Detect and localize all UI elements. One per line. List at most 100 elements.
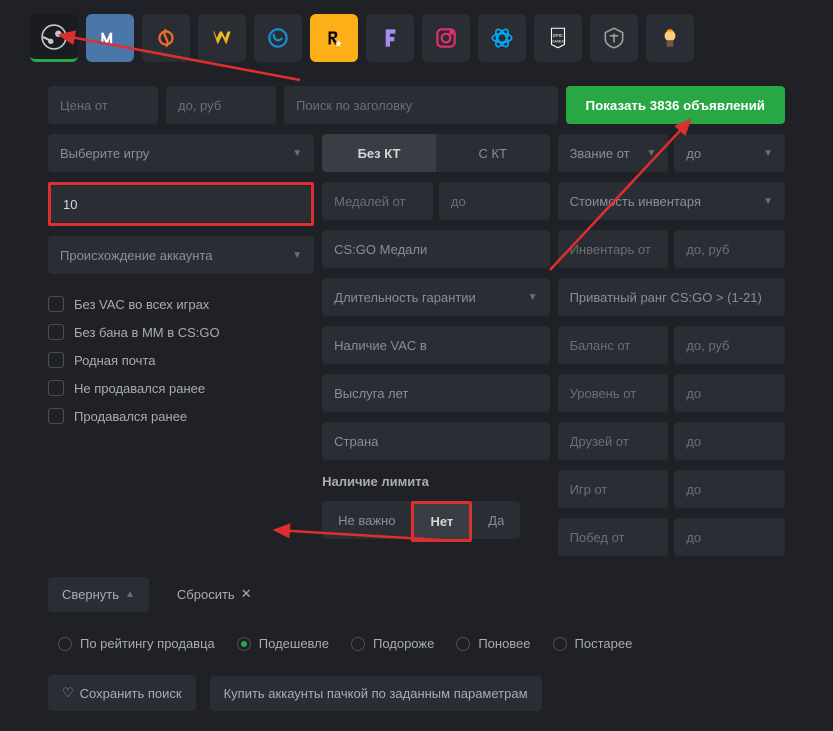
check-not-sold-before[interactable]: Не продавался ранее <box>48 374 314 402</box>
check-native-email[interactable]: Родная почта <box>48 346 314 374</box>
game-select[interactable]: Выберите игру ▼ <box>48 134 314 172</box>
platform-fortnite[interactable] <box>366 14 414 62</box>
rank-to-select[interactable]: до▼ <box>674 134 785 172</box>
uplay-icon <box>265 25 291 51</box>
medals-to-input[interactable] <box>439 182 550 220</box>
checkbox-icon <box>48 296 64 312</box>
fortnite-icon <box>377 25 403 51</box>
platform-coc[interactable] <box>646 14 694 62</box>
close-icon: ✕ <box>241 586 252 602</box>
price-to-input[interactable] <box>166 86 276 124</box>
radio-icon <box>456 637 470 651</box>
inventory-from-input[interactable] <box>558 230 669 268</box>
account-origin-label: Происхождение аккаунта <box>60 248 213 263</box>
checkbox-icon <box>48 380 64 396</box>
radio-icon <box>553 637 567 651</box>
balance-from-input[interactable] <box>558 326 669 364</box>
search-input[interactable] <box>284 86 558 124</box>
wins-to-input[interactable] <box>674 518 785 556</box>
instagram-icon <box>433 25 459 51</box>
sort-old[interactable]: Постарее <box>553 636 633 651</box>
sort-new[interactable]: Поновее <box>456 636 530 651</box>
inventory-to-input[interactable] <box>674 230 785 268</box>
numeric-input[interactable] <box>51 185 311 223</box>
checkbox-icon <box>48 352 64 368</box>
country-select[interactable]: Страна <box>322 422 549 460</box>
chevron-down-icon: ▼ <box>528 292 538 303</box>
collapse-button[interactable]: Свернуть▲ <box>48 577 149 612</box>
chevron-down-icon: ▼ <box>292 250 302 261</box>
level-to-input[interactable] <box>674 374 785 412</box>
check-no-vac-all[interactable]: Без VAC во всех играх <box>48 290 314 318</box>
chevron-down-icon: ▼ <box>763 196 773 207</box>
check-no-mm-ban[interactable]: Без бана в ММ в CS:GO <box>48 318 314 346</box>
radio-icon <box>58 637 72 651</box>
balance-to-input[interactable] <box>674 326 785 364</box>
platform-rockstar[interactable] <box>310 14 358 62</box>
friends-to-input[interactable] <box>674 422 785 460</box>
platform-vk[interactable] <box>86 14 134 62</box>
platform-uplay[interactable] <box>254 14 302 62</box>
platform-instagram[interactable] <box>422 14 470 62</box>
rank-from-select[interactable]: Звание от▼ <box>558 134 669 172</box>
csgo-medals-select[interactable]: CS:GO Медали <box>322 230 549 268</box>
steam-icon <box>41 24 67 50</box>
kt-no-button[interactable]: Без КТ <box>322 134 436 172</box>
wot-icon <box>601 25 627 51</box>
svg-text:GAMES: GAMES <box>552 39 565 43</box>
show-listings-button[interactable]: Показать 3836 объявлений <box>566 86 785 124</box>
wins-from-input[interactable] <box>558 518 669 556</box>
radio-icon <box>237 637 251 651</box>
price-from-input[interactable] <box>48 86 158 124</box>
warface-icon <box>209 25 235 51</box>
platform-battlenet[interactable] <box>478 14 526 62</box>
checkbox-icon <box>48 324 64 340</box>
level-from-input[interactable] <box>558 374 669 412</box>
epic-icon: EPICGAMES <box>545 25 571 51</box>
platform-wot[interactable] <box>590 14 638 62</box>
chevron-down-icon: ▼ <box>292 148 302 159</box>
platform-warface[interactable] <box>198 14 246 62</box>
chevron-up-icon: ▲ <box>125 589 135 600</box>
service-years-select[interactable]: Выслуга лет <box>322 374 549 412</box>
radio-icon <box>351 637 365 651</box>
games-from-input[interactable] <box>558 470 669 508</box>
vk-icon <box>97 25 123 51</box>
platform-epic[interactable]: EPICGAMES <box>534 14 582 62</box>
limit-segment: Не важно Нет Да <box>322 501 549 542</box>
coc-icon <box>657 25 683 51</box>
platform-tabs: EPICGAMES <box>0 0 833 76</box>
sort-cheap[interactable]: Подешевле <box>237 636 329 651</box>
account-origin-select[interactable]: Происхождение аккаунта ▼ <box>48 236 314 274</box>
friends-from-input[interactable] <box>558 422 669 460</box>
origin-icon <box>153 25 179 51</box>
limit-any-button[interactable]: Не важно <box>322 501 411 539</box>
checkbox-icon <box>48 408 64 424</box>
medals-from-input[interactable] <box>322 182 433 220</box>
svg-text:EPIC: EPIC <box>553 33 563 38</box>
vac-in-select[interactable]: Наличие VAC в <box>322 326 549 364</box>
sort-rating[interactable]: По рейтингу продавца <box>58 636 215 651</box>
games-to-input[interactable] <box>674 470 785 508</box>
chevron-down-icon: ▼ <box>646 148 656 159</box>
kt-yes-button[interactable]: С КТ <box>436 134 550 172</box>
warranty-select[interactable]: Длительность гарантии▼ <box>322 278 549 316</box>
sort-options: По рейтингу продавца Подешевле Подороже … <box>48 622 785 665</box>
private-rank-select[interactable]: Приватный ранг CS:GO > (1-21) <box>558 278 785 316</box>
platform-steam[interactable] <box>30 14 78 62</box>
limit-yes-button[interactable]: Да <box>472 501 520 539</box>
check-sold-before[interactable]: Продавался ранее <box>48 402 314 430</box>
reset-button[interactable]: Сбросить✕ <box>163 576 266 612</box>
game-select-label: Выберите игру <box>60 146 149 161</box>
rockstar-icon <box>321 25 347 51</box>
inventory-cost-select[interactable]: Стоимость инвентаря▼ <box>558 182 785 220</box>
heart-icon: ♡ <box>62 685 74 701</box>
limit-no-button[interactable]: Нет <box>414 504 469 539</box>
platform-origin[interactable] <box>142 14 190 62</box>
kt-segment: Без КТ С КТ <box>322 134 549 172</box>
save-search-button[interactable]: ♡Сохранить поиск <box>48 675 196 711</box>
bulk-buy-button[interactable]: Купить аккаунты пачкой по заданным парам… <box>210 676 542 711</box>
sort-expensive[interactable]: Подороже <box>351 636 434 651</box>
chevron-down-icon: ▼ <box>763 148 773 159</box>
battlenet-icon <box>489 25 515 51</box>
